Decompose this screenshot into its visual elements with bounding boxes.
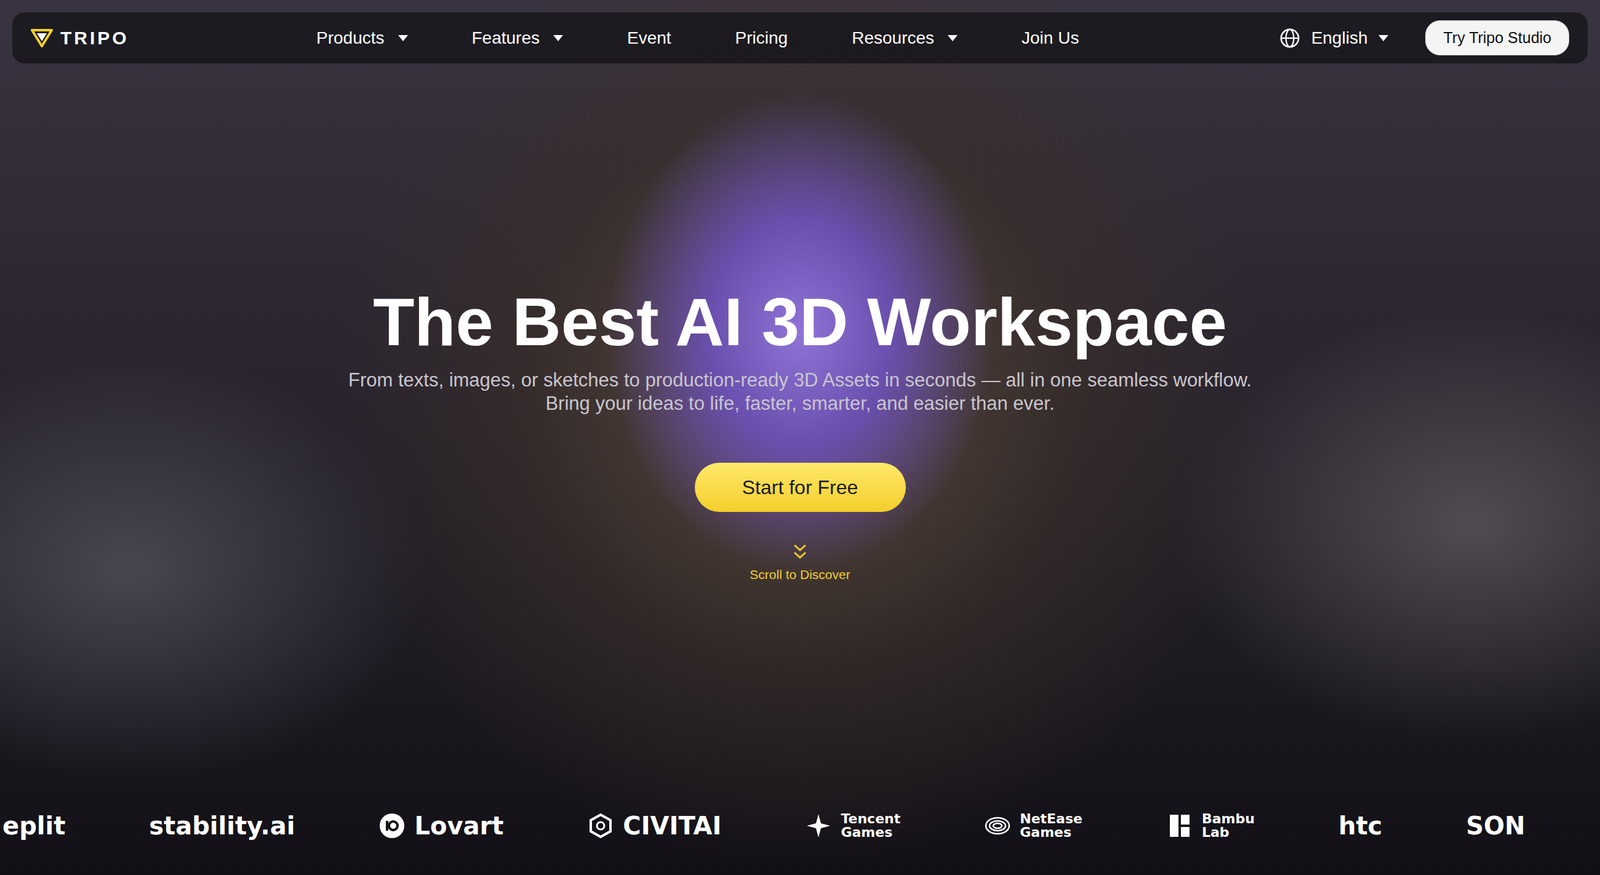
partner-name: CIVITAI [622,807,722,845]
partner-mark-icon [1166,812,1194,840]
brand-name[interactable]: TRIPO [60,24,130,52]
language-selector[interactable]: English [1279,25,1389,52]
partner-name: TencentGames [840,812,901,840]
caret-icon [947,35,958,42]
nav-item[interactable]: Features [472,25,564,52]
partner-logo: htc [1338,807,1383,845]
partner-name-line: Bambu [1201,812,1255,826]
tripo-logo-icon [30,28,53,48]
partner-mark-icon [984,812,1012,840]
nav-label[interactable]: Features [472,25,541,52]
partner-logo: SON [1465,807,1525,845]
hero: The Best AI 3D Workspace From texts, imag… [0,283,1600,584]
partner-name: BambuLab [1201,812,1255,840]
partner-name-line: SON [1465,811,1525,840]
top-navbar: TRIPO Products Features Event Pricing Resourc… [12,12,1588,64]
nav-label[interactable]: Resources [851,25,935,52]
partner-logo: stability.ai [148,807,295,845]
scroll-label[interactable]: Scroll to Discover [749,564,850,585]
partner-name-line: CIVITAI [622,811,722,840]
partner-mark-icon [378,812,406,840]
caret-icon [398,35,408,42]
partner-name-line: htc [1338,811,1383,840]
hero-title: The Best AI 3D Workspace [372,283,1228,362]
partner-name-line: Tencent [840,812,901,826]
partner-name-line: stability.ai [148,811,295,840]
partner-name-line: eplit [2,811,66,840]
try-studio-button[interactable]: Try Tripo Studio [1425,20,1570,56]
partner-mark-icon [804,812,832,840]
nav-item[interactable]: Pricing [735,25,789,52]
start-free-button[interactable]: Start for Free [694,462,906,512]
nav-label[interactable]: Pricing [735,25,789,52]
partner-logo: eplit [2,807,66,845]
partner-logo: NetEaseGames [984,812,1083,840]
subtitle-line: From texts, images, or sketches to produ… [348,368,1252,392]
partner-logo: TencentGames [804,812,901,840]
partner-name: NetEaseGames [1019,812,1083,840]
partner-name: htc [1338,807,1383,845]
partner-mark-icon [587,812,615,840]
double-chevron-icon [792,542,808,562]
partner-name: Lovart [414,807,504,845]
hero-subtitle: From texts, images, or sketches to produ… [348,368,1252,416]
partner-name-line: Games [840,825,901,840]
nav-menu: Products Features Event Pricing Resources Joi… [316,25,1079,52]
partner-logo: CIVITAI [587,807,722,845]
scroll-hint[interactable]: Scroll to Discover [749,542,850,585]
partner-logo: BambuLab [1166,812,1255,840]
language-label[interactable]: English [1311,25,1368,52]
partner-name: SON [1465,807,1525,845]
partner-name-line: Games [1019,825,1083,840]
partner-name: stability.ai [148,807,295,845]
nav-label[interactable]: Join Us [1021,25,1079,52]
partner-logo-strip: eplitstability.aiLovartCIVITAITencentGam… [0,807,1600,875]
caret-icon [553,35,564,42]
partner-name-line: Lab [1201,825,1255,840]
nav-label[interactable]: Products [316,25,385,52]
subtitle-line: Bring your ideas to life, faster, smarte… [348,392,1252,416]
nav-item[interactable]: Event [627,25,672,52]
nav-label[interactable]: Event [627,25,672,52]
nav-item[interactable]: Join Us [1021,25,1079,52]
nav-item[interactable]: Resources [851,25,958,52]
partner-name: eplit [2,807,66,845]
brand-logo[interactable]: TRIPO [30,24,317,52]
caret-icon [1378,35,1389,42]
partner-name-line: Lovart [414,811,504,840]
nav-right: English Try Tripo Studio [1279,20,1570,56]
globe-icon [1279,27,1301,49]
partner-logo: Lovart [378,807,504,845]
partner-name-line: NetEase [1019,812,1083,826]
nav-item[interactable]: Products [316,25,408,52]
page: TRIPO Products Features Event Pricing Resourc… [0,0,1600,875]
